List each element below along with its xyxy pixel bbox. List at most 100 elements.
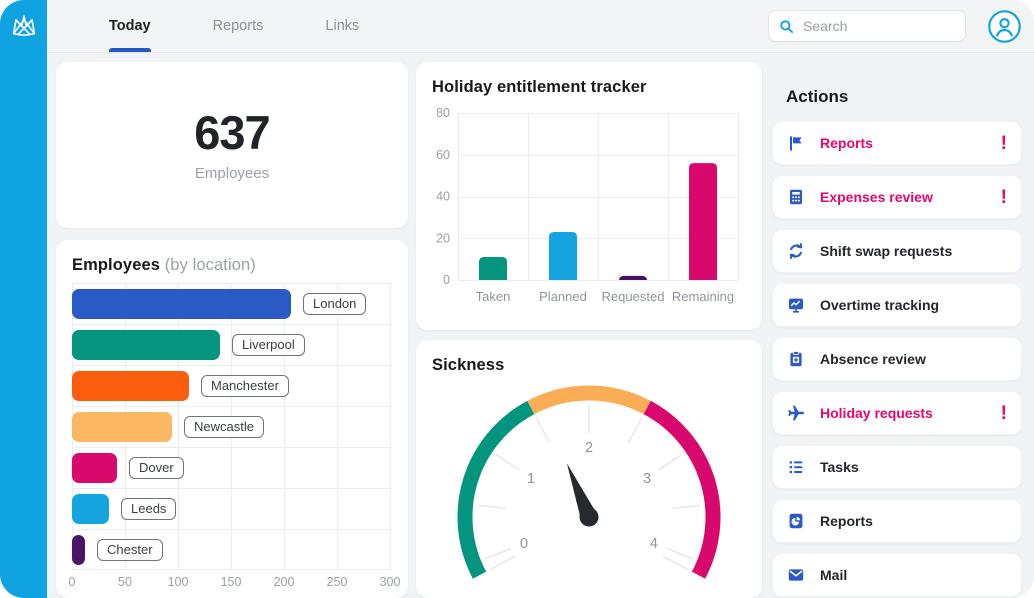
sickness-title: Sickness bbox=[432, 356, 746, 375]
svg-text:0: 0 bbox=[520, 536, 528, 552]
calculator-icon bbox=[787, 188, 805, 206]
nav-tabs: Today Reports Links bbox=[109, 0, 359, 52]
location-bar-newcastle bbox=[72, 412, 172, 442]
action-item-mail[interactable]: Mail bbox=[772, 553, 1022, 597]
holiday-bar-taken bbox=[479, 257, 507, 286]
action-label: Reports bbox=[820, 513, 873, 529]
location-row-leeds: Leeds bbox=[72, 488, 392, 529]
flag-icon bbox=[787, 134, 805, 152]
location-chart-x-axis: 050100150200250300 bbox=[72, 575, 392, 591]
mail-icon bbox=[787, 566, 805, 584]
location-bar-london bbox=[72, 289, 291, 319]
action-item-holiday-requests[interactable]: Holiday requests! bbox=[772, 391, 1022, 435]
gauge-needle bbox=[567, 463, 599, 526]
actions-column: Actions Reports! Expenses review! Shift sw… bbox=[772, 62, 1022, 598]
pie-report-icon bbox=[787, 512, 805, 530]
action-item-absence-review[interactable]: Absence review bbox=[772, 337, 1022, 381]
actions-title: Actions bbox=[786, 87, 1022, 107]
location-row-dover: Dover bbox=[72, 447, 392, 488]
x-tick-label: 0 bbox=[69, 575, 76, 589]
tab-label: Links bbox=[325, 18, 359, 34]
location-row-liverpool: Liverpool bbox=[72, 324, 392, 365]
holiday-tracker-title: Holiday entitlement tracker bbox=[432, 78, 746, 97]
location-bar-leeds bbox=[72, 494, 109, 524]
tab-label: Today bbox=[109, 18, 151, 34]
sickness-gauge-svg: 0 1 2 3 4 bbox=[432, 381, 746, 596]
action-item-overtime-tracking[interactable]: Overtime tracking bbox=[772, 283, 1022, 327]
location-chart-rows: London Liverpool Manchester NewcastleDover L… bbox=[72, 283, 392, 570]
svg-text:Planned: Planned bbox=[539, 289, 587, 304]
search-icon bbox=[779, 19, 794, 34]
tab-today[interactable]: Today bbox=[109, 0, 151, 52]
location-label-newcastle: Newcastle bbox=[184, 416, 264, 438]
tab-label: Reports bbox=[213, 18, 264, 34]
action-item-shift-swap-requests[interactable]: Shift swap requests bbox=[772, 229, 1022, 273]
svg-text:80: 80 bbox=[436, 106, 450, 120]
holiday-bar-planned bbox=[549, 232, 577, 286]
middle-column: Holiday entitlement tracker 020406080Tak… bbox=[416, 62, 762, 598]
location-label-manchester: Manchester bbox=[201, 375, 289, 397]
location-label-leeds: Leeds bbox=[121, 498, 176, 520]
search-input[interactable] bbox=[801, 17, 955, 35]
holiday-bar-remaining bbox=[689, 163, 717, 286]
location-row-london: London bbox=[72, 283, 392, 324]
topbar: Today Reports Links bbox=[47, 0, 1034, 53]
action-label: Mail bbox=[820, 567, 847, 583]
active-tab-underline bbox=[109, 48, 151, 52]
x-tick-label: 150 bbox=[221, 575, 242, 589]
sickness-gauge: 0 1 2 3 4 bbox=[432, 381, 746, 598]
svg-text:60: 60 bbox=[436, 148, 450, 162]
location-row-newcastle: Newcastle bbox=[72, 406, 392, 447]
x-tick-label: 300 bbox=[380, 575, 401, 589]
location-bar-dover bbox=[72, 453, 117, 483]
svg-text:0: 0 bbox=[443, 273, 450, 287]
tab-reports[interactable]: Reports bbox=[213, 0, 264, 52]
swap-arrows-icon bbox=[787, 242, 805, 260]
content: 637 Employees Employees (by location) Lo… bbox=[47, 53, 1034, 598]
profile-icon[interactable] bbox=[988, 10, 1021, 43]
employees-total-value: 637 bbox=[194, 109, 269, 156]
action-label: Absence review bbox=[820, 351, 926, 367]
location-row-manchester: Manchester bbox=[72, 365, 392, 406]
x-tick-label: 50 bbox=[118, 575, 132, 589]
topbar-right bbox=[768, 0, 1021, 52]
dashboard-app: Today Reports Links 637 Employees bbox=[0, 0, 1034, 598]
svg-text:1: 1 bbox=[527, 471, 535, 487]
employees-total-label: Employees bbox=[195, 165, 269, 182]
action-item-reports[interactable]: Reports bbox=[772, 499, 1022, 543]
svg-text:3: 3 bbox=[643, 471, 651, 487]
airplane-icon bbox=[787, 404, 805, 422]
employees-by-location-title: Employees (by location) bbox=[72, 256, 392, 275]
left-column: 637 Employees Employees (by location) Lo… bbox=[56, 62, 408, 598]
action-item-tasks[interactable]: Tasks bbox=[772, 445, 1022, 489]
action-label: Overtime tracking bbox=[820, 297, 939, 313]
svg-text:4: 4 bbox=[650, 536, 658, 552]
svg-text:Taken: Taken bbox=[476, 289, 511, 304]
monitor-chart-icon bbox=[787, 296, 805, 314]
tab-links[interactable]: Links bbox=[325, 0, 359, 52]
svg-text:20: 20 bbox=[436, 231, 450, 245]
svg-text:2: 2 bbox=[585, 440, 593, 456]
sickness-card: Sickness 0 1 2 3 4 bbox=[416, 340, 762, 598]
alert-badge: ! bbox=[1001, 134, 1007, 153]
location-bar-liverpool bbox=[72, 330, 220, 360]
location-label-dover: Dover bbox=[129, 457, 184, 479]
location-label-london: London bbox=[303, 293, 366, 315]
action-label: Holiday requests bbox=[820, 405, 933, 421]
x-tick-label: 250 bbox=[327, 575, 348, 589]
holiday-chart-svg: 020406080TakenPlannedRequestedRemaining bbox=[432, 103, 746, 315]
action-label: Expenses review bbox=[820, 189, 933, 205]
action-label: Shift swap requests bbox=[820, 243, 952, 259]
holiday-tracker-card: Holiday entitlement tracker 020406080Tak… bbox=[416, 62, 762, 330]
location-label-liverpool: Liverpool bbox=[232, 334, 305, 356]
employees-by-location-card: Employees (by location) London Liverpool M… bbox=[56, 240, 408, 598]
sidebar bbox=[0, 0, 47, 598]
action-item-reports[interactable]: Reports! bbox=[772, 121, 1022, 165]
alert-badge: ! bbox=[1001, 404, 1007, 423]
location-label-chester: Chester bbox=[97, 539, 163, 561]
task-list-icon bbox=[787, 458, 805, 476]
location-bar-manchester bbox=[72, 371, 189, 401]
search-box[interactable] bbox=[768, 10, 966, 42]
action-item-expenses-review[interactable]: Expenses review! bbox=[772, 175, 1022, 219]
action-label: Tasks bbox=[820, 459, 859, 475]
